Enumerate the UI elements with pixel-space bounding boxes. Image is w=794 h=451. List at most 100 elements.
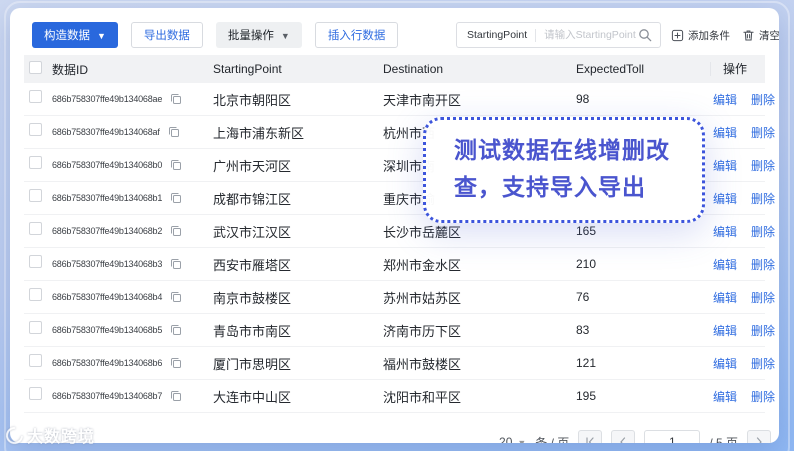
row-data-id: 686b758307ffe49b134068b6 (52, 358, 163, 368)
table-row: 686b758307ffe49b134068ae 北京市朝阳区 天津市南开区 9… (24, 83, 775, 116)
edit-link[interactable]: 编辑 (713, 91, 737, 108)
copy-icon[interactable] (170, 324, 182, 336)
copy-icon[interactable] (168, 126, 180, 138)
row-destination: 济南市历下区 (383, 323, 462, 339)
row-data-id: 686b758307ffe49b134068b3 (52, 259, 163, 269)
filter-bar: StartingPoint 添加条件 清空 ⚙ 设 (456, 22, 779, 48)
row-data-id: 686b758307ffe49b134068b5 (52, 325, 163, 335)
row-checkbox[interactable] (29, 156, 42, 169)
search-box[interactable]: StartingPoint (456, 22, 661, 48)
row-expectedtoll: 76 (576, 290, 590, 304)
current-page-input[interactable] (644, 430, 701, 443)
divider (535, 28, 537, 42)
table-row: 686b758307ffe49b134068b5 青岛市市南区 济南市历下区 8… (24, 314, 775, 347)
row-destination: 沈阳市和平区 (383, 389, 462, 405)
copy-icon[interactable] (170, 159, 182, 171)
edit-link[interactable]: 编辑 (713, 388, 737, 405)
batch-operation-label: 批量操作 (227, 30, 274, 42)
row-startingpoint: 厦门市思明区 (213, 356, 292, 372)
row-startingpoint: 西安市雁塔区 (213, 257, 292, 273)
row-expectedtoll: 83 (576, 323, 590, 337)
delete-link[interactable]: 删除 (751, 124, 775, 141)
plus-square-icon (671, 29, 684, 41)
row-checkbox[interactable] (29, 90, 42, 103)
select-all-checkbox[interactable] (29, 61, 42, 74)
delete-link[interactable]: 删除 (751, 190, 775, 207)
pagination-bar: 20 ▼ 条 / 页 / 5 页 (499, 430, 771, 443)
copy-icon[interactable] (170, 225, 182, 237)
copy-icon[interactable] (170, 258, 182, 270)
row-expectedtoll: 210 (576, 257, 597, 271)
table-row: 686b758307ffe49b134068b4 南京市鼓楼区 苏州市姑苏区 7… (24, 281, 775, 314)
row-data-id: 686b758307ffe49b134068ae (52, 94, 163, 104)
delete-link[interactable]: 删除 (751, 355, 775, 372)
next-page-button[interactable] (747, 430, 771, 443)
search-field-label: StartingPoint (467, 29, 528, 41)
edit-link[interactable]: 编辑 (713, 124, 737, 141)
chevron-right-icon (756, 437, 762, 443)
edit-link[interactable]: 编辑 (713, 223, 737, 240)
row-data-id: 686b758307ffe49b134068b4 (52, 292, 163, 302)
delete-link[interactable]: 删除 (751, 289, 775, 306)
row-data-id: 686b758307ffe49b134068b2 (52, 226, 163, 236)
page-size-unit: 条 / 页 (535, 435, 570, 444)
row-destination: 福州市鼓楼区 (383, 356, 462, 372)
row-checkbox[interactable] (29, 321, 42, 334)
row-checkbox[interactable] (29, 387, 42, 400)
edit-link[interactable]: 编辑 (713, 289, 737, 306)
row-checkbox[interactable] (29, 222, 42, 235)
toolbar: 构造数据 ▼ 导出数据 批量操作 ▼ 插入行数据 (32, 22, 399, 48)
delete-link[interactable]: 删除 (751, 256, 775, 273)
column-header-actions: 操作 (710, 62, 765, 76)
edit-link[interactable]: 编辑 (713, 190, 737, 207)
row-startingpoint: 青岛市市南区 (213, 323, 292, 339)
search-icon[interactable] (638, 28, 652, 42)
row-data-id: 686b758307ffe49b134068b1 (52, 193, 163, 203)
copy-icon[interactable] (170, 291, 182, 303)
total-pages-label: / 5 页 (709, 435, 738, 444)
table-header: 数据ID StartingPoint Destination ExpectedT… (24, 55, 765, 83)
delete-link[interactable]: 删除 (751, 388, 775, 405)
first-page-button[interactable] (578, 430, 603, 443)
add-condition-button[interactable]: 添加条件 (671, 28, 730, 43)
row-startingpoint: 上海市浦东新区 (213, 125, 305, 141)
copy-icon[interactable] (170, 357, 182, 369)
edit-link[interactable]: 编辑 (713, 256, 737, 273)
table-row: 686b758307ffe49b134068b7 大连市中山区 沈阳市和平区 1… (24, 380, 775, 413)
row-destination: 长沙市岳麓区 (383, 224, 462, 240)
edit-link[interactable]: 编辑 (713, 355, 737, 372)
clear-button[interactable]: 清空 (742, 28, 779, 43)
row-checkbox[interactable] (29, 189, 42, 202)
row-checkbox[interactable] (29, 354, 42, 367)
column-header-destination: Destination (383, 62, 444, 76)
batch-operation-button[interactable]: 批量操作 ▼ (215, 22, 302, 48)
copy-icon[interactable] (170, 93, 182, 105)
row-expectedtoll: 98 (576, 92, 590, 106)
edit-link[interactable]: 编辑 (713, 157, 737, 174)
export-data-button[interactable]: 导出数据 (130, 22, 203, 48)
insert-row-button[interactable]: 插入行数据 (314, 22, 399, 48)
row-checkbox[interactable] (29, 123, 42, 136)
page-size-select[interactable]: 20 ▼ (499, 435, 526, 443)
tooltip-line-2: 查，支持导入导出 (454, 174, 646, 200)
chevron-down-icon: ▼ (517, 437, 527, 443)
row-destination: 郑州市金水区 (383, 257, 462, 273)
construct-data-button[interactable]: 构造数据 ▼ (32, 22, 118, 48)
row-startingpoint: 南京市鼓楼区 (213, 290, 292, 306)
row-checkbox[interactable] (29, 255, 42, 268)
callout-tooltip: 测试数据在线增删改 查，支持导入导出 (423, 117, 705, 223)
row-data-id: 686b758307ffe49b134068af (52, 127, 160, 137)
delete-link[interactable]: 删除 (751, 322, 775, 339)
column-header-expectedtoll: ExpectedToll (576, 62, 645, 76)
search-input[interactable] (544, 29, 638, 41)
prev-page-button[interactable] (611, 430, 636, 443)
delete-link[interactable]: 删除 (751, 91, 775, 108)
app-window: 构造数据 ▼ 导出数据 批量操作 ▼ 插入行数据 StartingPoint 请… (10, 8, 779, 443)
row-data-id: 686b758307ffe49b134068b0 (52, 160, 163, 170)
delete-link[interactable]: 删除 (751, 157, 775, 174)
row-checkbox[interactable] (29, 288, 42, 301)
copy-icon[interactable] (170, 390, 182, 402)
copy-icon[interactable] (170, 192, 182, 204)
delete-link[interactable]: 删除 (751, 223, 775, 240)
edit-link[interactable]: 编辑 (713, 322, 737, 339)
